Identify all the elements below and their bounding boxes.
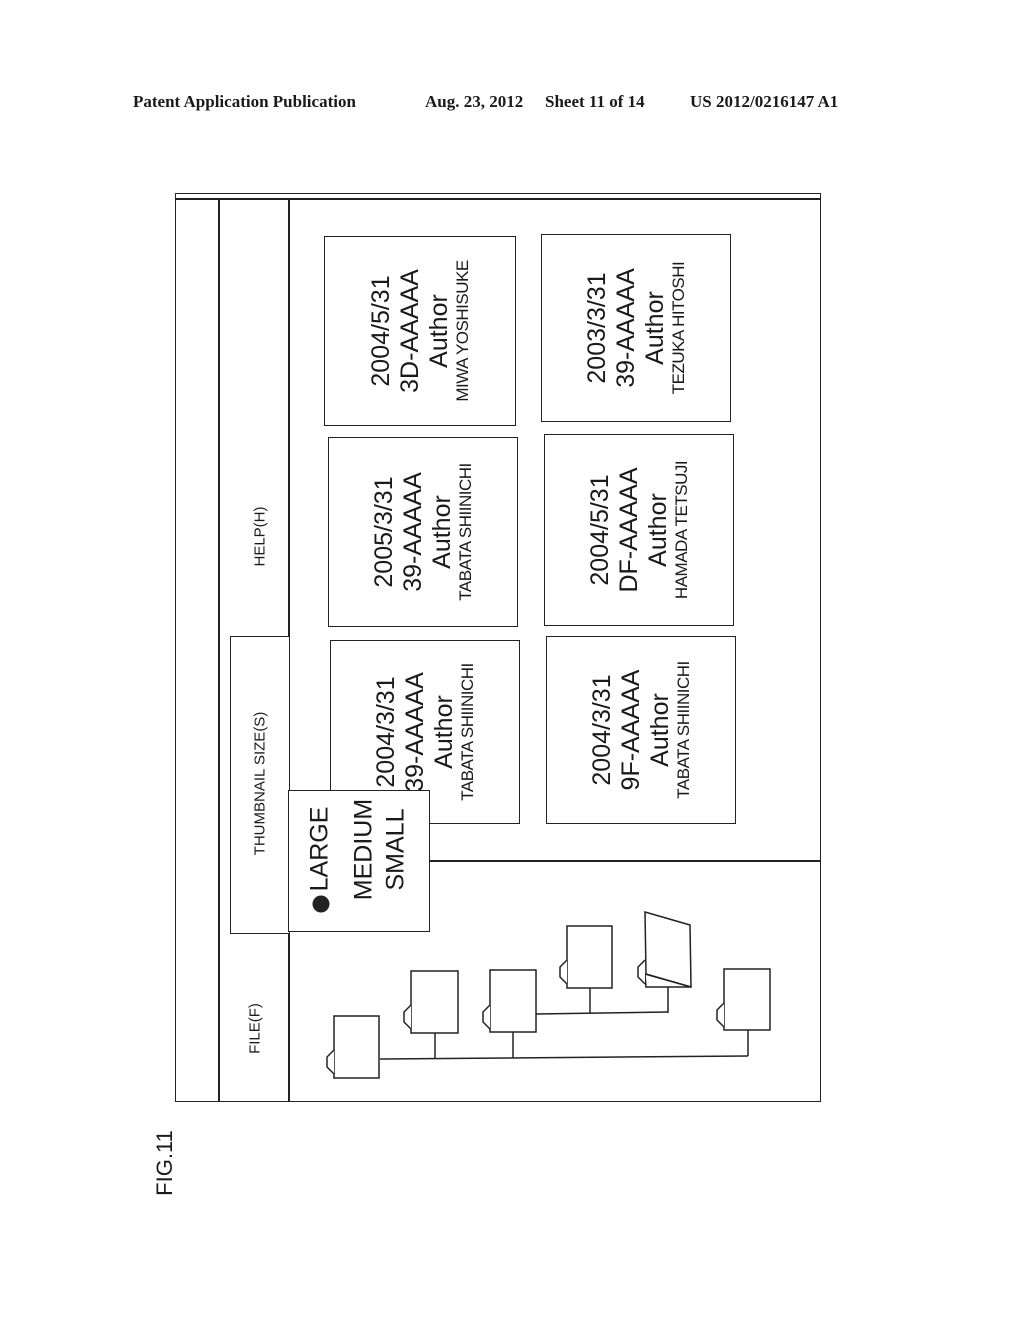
thumbnail-author-label: Author	[427, 495, 456, 569]
menu-thumbnail-size-label: THUMBNAIL SIZE(S)	[251, 711, 269, 856]
menu-file-label: FILE(F)	[246, 1003, 264, 1054]
thumbnail-card[interactable]: 2003/3/31 39-AAAAA Author TEZUKA HITOSHI	[541, 234, 731, 422]
thumbnail-card[interactable]: 2005/3/31 39-AAAAA Author TABATA SHIINIC…	[328, 437, 518, 627]
folder-tree	[326, 910, 771, 1079]
thumbnail-author-label: Author	[429, 695, 458, 769]
thumbnail-author-label: Author	[424, 294, 453, 368]
patent-number: US 2012/0216147 A1	[690, 92, 839, 111]
thumbnail-author-label: Author	[643, 493, 672, 567]
menu-help-label: HELP(H)	[251, 506, 269, 567]
thumbnail-author: TEZUKA HITOSHI	[669, 261, 689, 395]
thumbnail-date: 2003/3/31	[583, 272, 612, 384]
thumbnail-date: 2004/3/31	[372, 676, 401, 788]
size-option-label: LARGE	[305, 806, 334, 892]
folder-open-icon	[637, 910, 692, 989]
window-frame-divider	[218, 198, 220, 1102]
thumbnail-code: 39-AAAAA	[611, 268, 640, 388]
sheet-number: Sheet 11 of 14	[545, 92, 645, 111]
thumbnail-author-label: Author	[645, 693, 674, 767]
thumbnail-author: TABATA SHIINICHI	[456, 463, 476, 601]
thumbnail-code: 39-AAAAA	[398, 472, 427, 592]
publication-date: Aug. 23, 2012	[425, 92, 524, 111]
publication-type: Patent Application Publication	[133, 92, 356, 111]
thumbnail-author: MIWA YOSHISUKE	[453, 260, 473, 402]
thumbnail-author: HAMADA TETSUJI	[672, 460, 692, 600]
tree-connector	[535, 1011, 669, 1015]
window-title-strip	[175, 198, 821, 200]
figure-label: FIG.11	[152, 1130, 177, 1196]
thumbnail-author: TABATA SHIINICHI	[674, 661, 694, 799]
thumbnail-date: 2004/3/31	[588, 674, 617, 786]
thumbnail-date: 2005/3/31	[370, 476, 399, 588]
thumbnail-card[interactable]: 2004/5/31 3D-AAAAA Author MIWA YOSHISUKE	[324, 236, 516, 426]
thumbnail-author: TABATA SHIINICHI	[458, 663, 478, 801]
folder-icon	[326, 1015, 380, 1079]
thumbnail-card[interactable]: 2004/3/31 9F-AAAAA Author TABATA SHIINIC…	[546, 636, 736, 824]
folder-icon	[403, 970, 459, 1034]
thumbnail-card[interactable]: 2004/5/31 DF-AAAAA Author HAMADA TETSUJI	[544, 434, 734, 626]
folder-icon	[559, 925, 613, 989]
thumbnail-code: DF-AAAAA	[614, 467, 643, 593]
thumbnail-code: 9F-AAAAA	[616, 669, 645, 791]
folder-icon	[716, 968, 771, 1031]
thumbnail-author-label: Author	[640, 291, 669, 365]
thumbnail-date: 2004/5/31	[586, 474, 615, 586]
thumbnail-date: 2004/5/31	[367, 275, 396, 387]
menu-file[interactable]: FILE(F)	[247, 989, 264, 1069]
thumbnail-code: 39-AAAAA	[400, 672, 429, 792]
folder-icon	[482, 969, 537, 1033]
menu-help[interactable]: HELP(H)	[252, 502, 269, 572]
thumbnail-code: 3D-AAAAA	[395, 269, 424, 393]
